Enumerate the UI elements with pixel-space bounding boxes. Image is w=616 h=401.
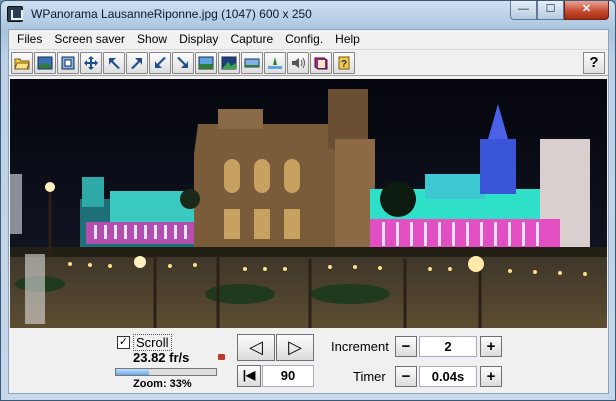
timer-label: Timer	[353, 369, 386, 384]
title-bar[interactable]: WPanorama LausanneRiponne.jpg (1047) 600…	[1, 1, 615, 28]
book-icon[interactable]	[310, 51, 332, 74]
zoom-slider-fill	[116, 369, 149, 375]
scroll-label[interactable]: Scroll	[133, 334, 172, 351]
minimize-button[interactable]: —	[510, 1, 537, 20]
sound-icon[interactable]	[287, 51, 309, 74]
close-button[interactable]: ✕	[564, 1, 609, 20]
help-book-icon[interactable]: ?	[333, 51, 355, 74]
scene-c-icon[interactable]	[241, 51, 263, 74]
menu-show[interactable]: Show	[131, 30, 173, 49]
increment-label: Increment	[331, 339, 389, 354]
scene-d-icon[interactable]	[264, 51, 286, 74]
fit-window-icon[interactable]	[57, 51, 79, 74]
home-button[interactable]: |◀	[237, 365, 261, 387]
previous-button[interactable]: ◁	[237, 334, 275, 361]
frame-rate: 23.82 fr/s	[133, 350, 190, 365]
speed-indicator-icon	[218, 354, 225, 360]
menu-screen-saver[interactable]: Screen saver	[48, 30, 131, 49]
menu-config[interactable]: Config.	[279, 30, 329, 49]
timer-field[interactable]: 0.04s	[419, 366, 477, 387]
caption-buttons: — ☐ ✕	[510, 1, 609, 20]
move-arrows-icon[interactable]	[80, 51, 102, 74]
picture-icon[interactable]	[34, 51, 56, 74]
arrow-down-right-icon[interactable]	[172, 51, 194, 74]
increment-field[interactable]: 2	[419, 336, 477, 357]
app-window: WPanorama LausanneRiponne.jpg (1047) 600…	[0, 0, 616, 401]
scene-b-icon[interactable]	[218, 51, 240, 74]
increment-minus-button[interactable]: −	[395, 336, 417, 357]
scene-a-icon[interactable]	[195, 51, 217, 74]
arrow-up-left-icon[interactable]	[103, 51, 125, 74]
arrow-up-right-icon[interactable]	[126, 51, 148, 74]
playback-controls: ✓ Scroll 23.82 fr/s Zoom: 33% ◁ ▷ |◀ 90 …	[9, 329, 608, 393]
timer-plus-button[interactable]: +	[480, 366, 502, 387]
next-button[interactable]: ▷	[276, 334, 314, 361]
window-title: WPanorama LausanneRiponne.jpg (1047) 600…	[31, 7, 312, 21]
context-help-button[interactable]: ?	[583, 52, 605, 74]
client-area: Files Screen saver Show Display Capture …	[8, 29, 609, 394]
position-field[interactable]: 90	[262, 365, 314, 387]
maximize-button[interactable]: ☐	[537, 1, 564, 20]
menu-display[interactable]: Display	[173, 30, 224, 49]
scroll-checkbox[interactable]: ✓	[117, 336, 130, 349]
zoom-slider[interactable]	[115, 368, 217, 376]
arrow-down-left-icon[interactable]	[149, 51, 171, 74]
menu-help[interactable]: Help	[329, 30, 366, 49]
open-file-icon[interactable]	[11, 51, 33, 74]
menu-files[interactable]: Files	[11, 30, 48, 49]
panorama-scene	[10, 79, 607, 328]
zoom-label: Zoom: 33%	[133, 378, 192, 390]
timer-minus-button[interactable]: −	[395, 366, 417, 387]
menu-bar: Files Screen saver Show Display Capture …	[9, 30, 608, 49]
svg-text:?: ?	[341, 59, 347, 70]
toolbar: ? ?	[9, 49, 608, 76]
menu-capture[interactable]: Capture	[224, 30, 279, 49]
app-icon[interactable]	[7, 6, 23, 22]
panorama-image[interactable]	[10, 79, 607, 328]
increment-plus-button[interactable]: +	[480, 336, 502, 357]
